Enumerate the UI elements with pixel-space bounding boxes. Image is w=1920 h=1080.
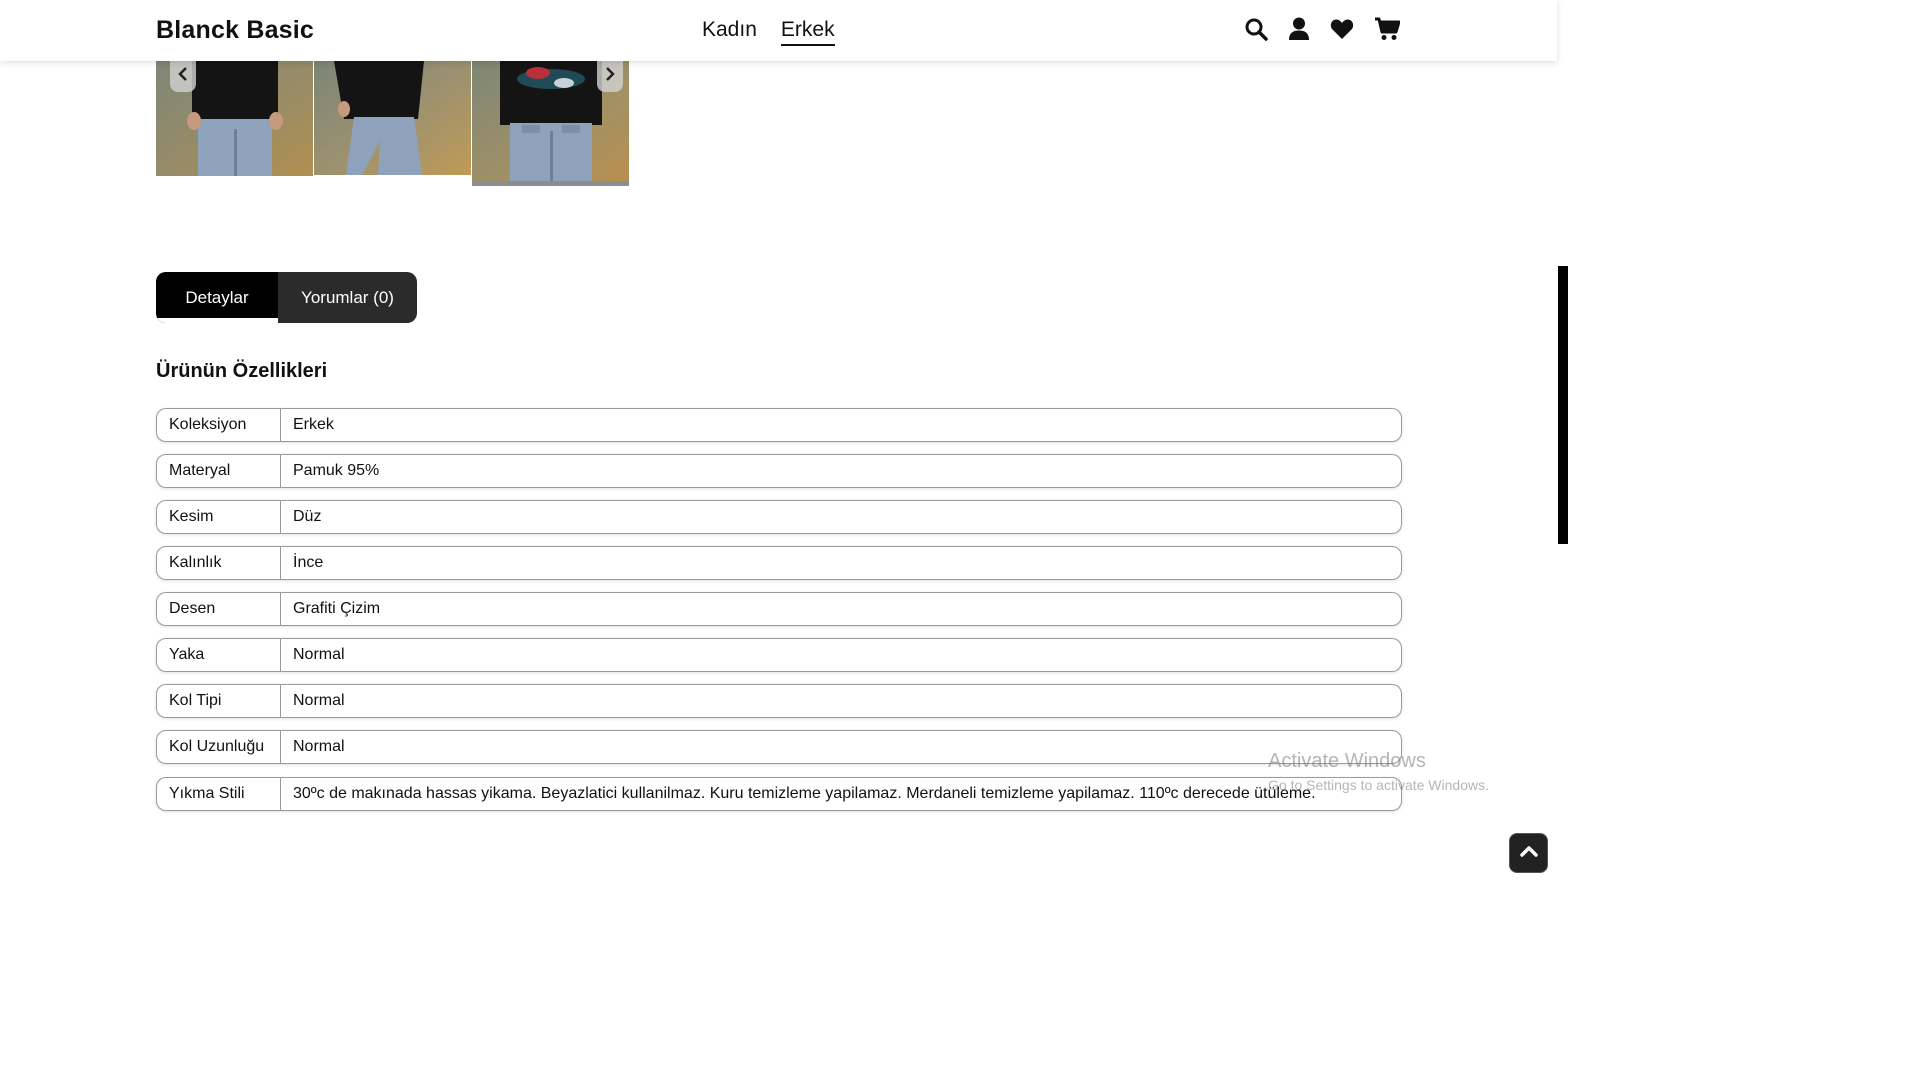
spec-key: Kesim (157, 501, 281, 533)
gallery-prev-button[interactable] (170, 61, 196, 92)
spec-value: İnce (293, 554, 324, 571)
spec-key: Kol Uzunluğu (157, 731, 281, 763)
nav-kadin[interactable]: Kadın (702, 18, 757, 46)
spec-row: Koleksiyon Erkek (156, 408, 1402, 442)
watermark-subtitle: Go to Settings to activate Windows. (1268, 777, 1489, 793)
scroll-to-top-button[interactable] (1509, 833, 1548, 873)
spec-value: Erkek (293, 416, 334, 433)
spec-value: Normal (293, 738, 345, 755)
spec-value: Normal (293, 692, 345, 709)
search-icon[interactable] (1244, 17, 1268, 41)
spec-row: Yaka Normal (156, 638, 1402, 672)
product-gallery (156, 61, 630, 186)
section-title: Ürünün Özellikleri (156, 360, 328, 382)
spec-row: Kol Tipi Normal (156, 684, 1402, 718)
main-nav: Kadın Erkek (702, 18, 835, 46)
spec-key: Koleksiyon (157, 409, 281, 441)
chevron-right-icon (605, 67, 615, 86)
user-icon[interactable] (1288, 17, 1310, 41)
spec-value: 30ºc de makınada hassas yikama. Beyazlat… (293, 785, 1316, 802)
brand-logo[interactable]: Blanck Basic (156, 16, 314, 45)
spec-row: Desen Grafiti Çizim (156, 592, 1402, 626)
cart-icon[interactable] (1374, 17, 1400, 41)
spec-value: Normal (293, 646, 345, 663)
product-tabs: Detaylar Yorumlar (0) (156, 272, 417, 323)
spec-row: Materyal Pamuk 95% (156, 454, 1402, 488)
spec-row: Kesim Düz (156, 500, 1402, 534)
scrollbar-thumb[interactable] (1558, 266, 1568, 544)
header-icons (1244, 17, 1400, 41)
spec-row: Kol Uzunluğu Normal (156, 730, 1402, 764)
spec-key: Kalınlık (157, 547, 281, 579)
chevron-up-icon (1519, 844, 1538, 862)
watermark-title: Activate Windows (1268, 750, 1426, 772)
site-header: Blanck Basic Kadın Erkek (0, 0, 1557, 61)
spec-key: Yıkma Stili (157, 778, 281, 810)
chevron-left-icon (178, 67, 188, 86)
heart-icon[interactable] (1330, 18, 1354, 40)
tab-yorumlar[interactable]: Yorumlar (0) (278, 272, 417, 323)
tab-detaylar[interactable]: Detaylar (156, 272, 278, 323)
spec-key: Yaka (157, 639, 281, 671)
spec-row: Yıkma Stili 30ºc de makınada hassas yika… (156, 777, 1402, 811)
spec-key: Materyal (157, 455, 281, 487)
activate-windows-watermark: Activate Windows Go to Settings to activ… (1268, 750, 1489, 793)
spec-key: Desen (157, 593, 281, 625)
spec-value: Düz (293, 508, 322, 525)
spec-value: Pamuk 95% (293, 462, 380, 479)
gallery-next-button[interactable] (597, 61, 623, 92)
nav-erkek[interactable]: Erkek (780, 18, 835, 46)
product-thumbnail[interactable] (314, 61, 471, 175)
spec-row: Kalınlık İnce (156, 546, 1402, 580)
spec-key: Kol Tipi (157, 685, 281, 717)
spec-value: Grafiti Çizim (293, 600, 381, 617)
